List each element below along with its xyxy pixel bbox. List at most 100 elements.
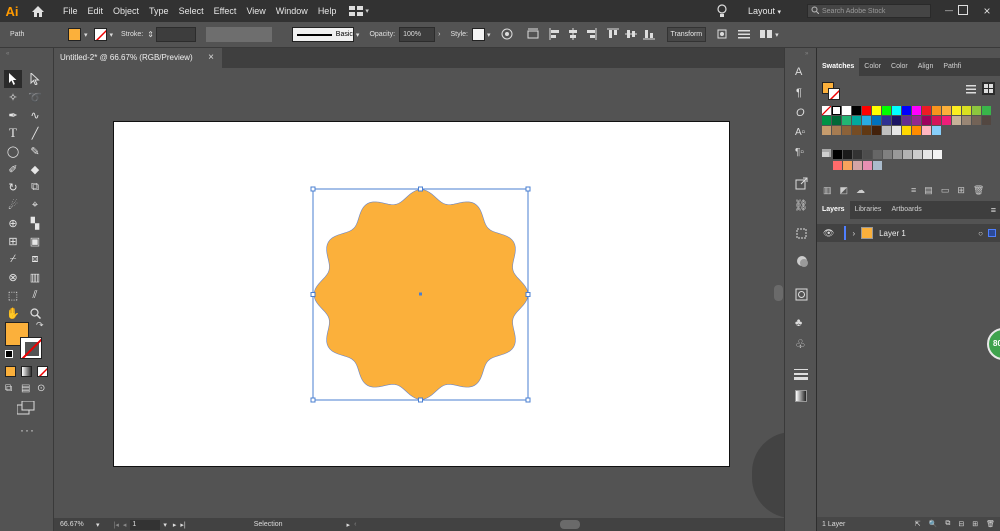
color-swatch[interactable] (822, 116, 831, 125)
menu-view[interactable]: View (241, 0, 270, 22)
color-swatch[interactable] (892, 116, 901, 125)
color-swatch[interactable] (902, 126, 911, 135)
chevron-right-icon[interactable]: › (438, 31, 440, 38)
layer-name[interactable]: Layer 1 (879, 229, 906, 238)
ellipse-tool-icon[interactable]: ◯ (4, 142, 22, 160)
color-swatch[interactable] (942, 116, 951, 125)
tab-color[interactable]: Color (859, 58, 886, 76)
image-trace-icon[interactable] (795, 288, 808, 303)
first-artboard-icon[interactable]: |◂ (114, 521, 119, 529)
grayscale-swatch-group[interactable] (833, 150, 993, 160)
close-button[interactable]: × (978, 0, 996, 22)
color-swatch[interactable] (842, 126, 851, 135)
canvas-artwork[interactable] (305, 181, 537, 407)
artboard-number-field[interactable]: 1 (130, 519, 161, 530)
draw-inside-icon[interactable]: ⊙ (37, 383, 45, 394)
panel-options-icon[interactable]: ≡ (991, 201, 1000, 219)
none-mode-button[interactable] (37, 366, 48, 377)
align-right-icon[interactable] (585, 27, 597, 42)
color-swatch[interactable] (843, 161, 852, 170)
color-swatch[interactable] (962, 106, 971, 115)
none-swatch[interactable] (821, 105, 832, 116)
previous-artboard-icon[interactable]: ◂ (123, 521, 127, 529)
visibility-eye-icon[interactable]: 👁 (823, 228, 834, 239)
character-panel-icon[interactable]: A (795, 66, 802, 78)
mesh-tool-icon[interactable]: ⊞ (4, 232, 22, 250)
color-swatch[interactable] (862, 116, 871, 125)
symbols-panel-icon[interactable]: ♣ (795, 317, 802, 329)
align-middle-icon[interactable] (624, 28, 637, 42)
chevron-down-icon[interactable]: ▾ (775, 31, 779, 39)
tab-align[interactable]: Align (913, 58, 939, 76)
delete-swatch-icon[interactable]: 🗑 (973, 185, 984, 196)
symbol-sprayer-tool-icon[interactable]: ⊗ (4, 268, 22, 286)
export-asset-icon[interactable] (795, 177, 808, 192)
close-icon[interactable]: × (208, 48, 214, 68)
align-to-icon[interactable] (527, 28, 539, 42)
color-swatch[interactable] (972, 116, 981, 125)
clipping-mask-icon[interactable]: ⧉ (945, 520, 950, 528)
toolbar-collapse-icon[interactable]: « (6, 51, 9, 57)
search-input[interactable]: Search Adobe Stock (822, 8, 885, 15)
color-swatch[interactable] (832, 126, 841, 135)
rotate-tool-icon[interactable]: ↻ (4, 178, 22, 196)
stock-search-field[interactable]: Search Adobe Stock (807, 4, 931, 18)
blend-tool-icon[interactable]: ⧈ (26, 250, 44, 268)
magic-wand-tool-icon[interactable]: ✧ (4, 88, 22, 106)
tab-swatches[interactable]: Swatches (817, 58, 860, 76)
last-artboard-icon[interactable]: ▸| (180, 521, 185, 529)
vertical-scrollbar-thumb[interactable] (774, 285, 783, 301)
delete-layer-icon[interactable]: 🗑 (986, 520, 995, 528)
color-swatch[interactable] (822, 126, 831, 135)
menu-select[interactable]: Select (174, 0, 209, 22)
color-mode-button[interactable] (5, 366, 16, 377)
color-swatch[interactable] (902, 106, 911, 115)
color-swatch[interactable] (892, 126, 901, 135)
next-artboard-icon[interactable]: ▸ (173, 521, 177, 529)
slice-tool-icon[interactable]: ⫽ (26, 286, 44, 304)
align-bottom-icon[interactable] (642, 28, 655, 42)
color-swatch[interactable] (982, 116, 991, 125)
color-swatch[interactable] (922, 116, 931, 125)
gradient-panel-icon[interactable] (795, 390, 807, 402)
chevron-down-icon[interactable]: ▾ (110, 31, 114, 39)
eyedropper-tool-icon[interactable]: ⌿ (4, 250, 22, 268)
color-swatch[interactable] (872, 126, 881, 135)
tab-artboards[interactable]: Artboards (886, 201, 926, 219)
tab-pathfinder[interactable]: Pathfi (938, 58, 966, 76)
menu-object[interactable]: Object (108, 0, 144, 22)
graphic-style-swatch[interactable] (471, 28, 485, 41)
color-swatch[interactable] (923, 150, 932, 159)
color-swatch[interactable] (982, 106, 991, 115)
color-swatch[interactable] (922, 126, 931, 135)
swatch-libraries-icon[interactable]: ▥ (823, 185, 832, 196)
free-transform-tool-icon[interactable]: ⌖ (26, 196, 44, 214)
color-swatch[interactable] (912, 126, 921, 135)
selection-tool-icon[interactable] (4, 70, 22, 88)
color-swatch[interactable] (912, 106, 921, 115)
maximize-button[interactable] (958, 5, 968, 15)
swatch-kind-icon[interactable]: ◩ (840, 185, 849, 196)
brush-definition-dropdown[interactable]: Basic (291, 27, 354, 42)
stroke-none-swatch[interactable] (93, 28, 107, 41)
scroll-left-icon[interactable]: ‹ (354, 521, 356, 528)
color-swatch[interactable] (853, 150, 862, 159)
color-swatch[interactable] (933, 150, 942, 159)
curvature-tool-icon[interactable]: ∿ (26, 106, 44, 124)
color-swatch[interactable] (842, 116, 851, 125)
stroke-panel-icon[interactable] (794, 368, 808, 382)
menu-help[interactable]: Help (313, 0, 342, 22)
column-graph-tool-icon[interactable]: ▥ (26, 268, 44, 286)
tab-libraries[interactable]: Libraries (850, 201, 887, 219)
list-view-icon[interactable] (966, 84, 976, 96)
menu-file[interactable]: File (58, 0, 83, 22)
new-sublayer-icon[interactable]: ⊟ (958, 520, 964, 528)
color-swatch[interactable] (882, 106, 891, 115)
color-swatch[interactable] (862, 106, 871, 115)
panel-menu-icon[interactable] (738, 28, 751, 42)
horizontal-scrollbar-thumb[interactable] (560, 520, 580, 529)
change-screen-mode-icon[interactable] (16, 400, 35, 417)
color-swatch[interactable] (863, 161, 872, 170)
gradient-mode-button[interactable] (21, 366, 32, 377)
chevron-down-icon[interactable]: ▾ (96, 521, 100, 529)
